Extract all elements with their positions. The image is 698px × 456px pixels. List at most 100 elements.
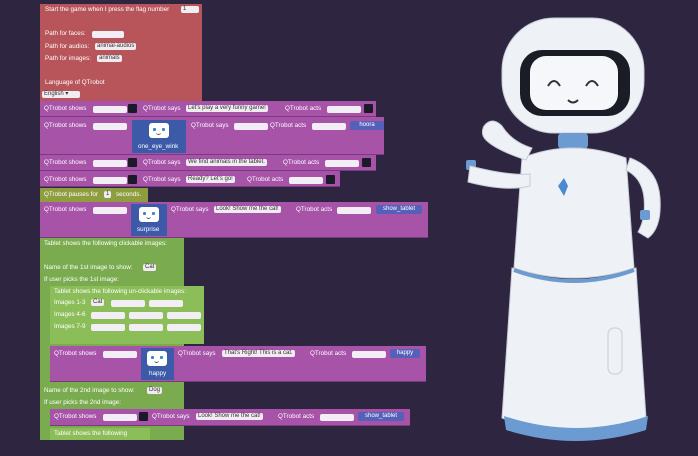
start-label: Start the game when I press the flag num… (45, 6, 170, 13)
speech-input-3[interactable]: We find animals in the tablet. (186, 159, 267, 166)
qtrobot-says-label: QTrobot says (152, 413, 190, 420)
second-image-name-input[interactable]: Dog (147, 387, 163, 394)
speech-input-1[interactable]: Let's play a very funny game! (186, 105, 268, 112)
face-slot[interactable] (103, 414, 137, 421)
surprise-face-icon (139, 207, 159, 222)
qtrobot-shows-label: QTrobot shows (54, 350, 97, 357)
images-path-label: Path for images: (45, 55, 91, 62)
face-socket (139, 412, 148, 421)
faces-path-label: Path for faces: (45, 30, 86, 37)
qtrobot-acts-label: QTrobot acts (310, 350, 347, 357)
qtrobot-shows-label: QTrobot shows (44, 122, 87, 129)
face-socket (128, 104, 137, 113)
qtrobot-acts-label: QTrobot acts (296, 206, 333, 213)
qtrobot-says-label: QTrobot says (171, 206, 209, 213)
happy-face-icon (147, 351, 167, 366)
gesture-slot[interactable] (352, 351, 386, 358)
picks-second-label: If user picks the 2nd image: (44, 399, 122, 406)
qtrobot-says-label: QTrobot says (143, 105, 181, 112)
gesture-show-tablet-block[interactable]: show_tablet (376, 205, 422, 214)
wink-face-icon (149, 123, 169, 138)
images-1-3-label: Images 1-3 (54, 299, 86, 306)
qtrobot-says-label: QTrobot says (178, 350, 216, 357)
language-label: Language of QTrobot (45, 79, 105, 86)
seconds-label: seconds. (116, 191, 142, 198)
face-slot[interactable] (93, 160, 127, 167)
gesture-slot[interactable] (289, 177, 323, 184)
qtrobot-acts-label: QTrobot acts (247, 176, 284, 183)
face-name-label: happy (149, 370, 167, 377)
gesture-socket (364, 104, 373, 113)
pause-label: QTrobot pauses for (44, 191, 99, 198)
robot-torso (513, 147, 635, 279)
language-dropdown[interactable]: English ▾ (42, 91, 80, 98)
speech-input-5[interactable]: Look! Show me the cat! (214, 206, 281, 213)
tablet-unclickable-label: Tablet shows the following un-clickable … (54, 288, 186, 295)
robot-neck (558, 133, 588, 149)
qtrobot-says-label: QTrobot says (191, 122, 229, 129)
gesture-show-tablet-block-2[interactable]: show_tablet (358, 412, 404, 421)
speech-input-2[interactable] (234, 123, 268, 130)
robot-base (501, 267, 647, 432)
tablet-following-label: Tablet shows the following (54, 430, 128, 437)
faces-path-input[interactable] (92, 31, 124, 38)
image-4-input[interactable] (91, 312, 125, 319)
speech-input-4[interactable]: Ready? Let's go! (186, 176, 235, 183)
face-slot[interactable] (93, 106, 127, 113)
image-9-input[interactable] (167, 324, 201, 331)
image-1-input[interactable]: Cat (91, 299, 105, 306)
second-image-name-label: Name of the 2nd image to show: (44, 387, 135, 394)
gesture-socket (362, 158, 371, 167)
face-socket (128, 175, 137, 184)
gesture-slot[interactable] (320, 414, 354, 421)
image-3-input[interactable] (149, 300, 183, 307)
gesture-happy-block[interactable]: happy (390, 349, 420, 358)
audios-path-input[interactable]: animal-audios (95, 43, 137, 50)
qtrobot-shows-label: QTrobot shows (44, 105, 87, 112)
first-image-name-input[interactable]: Cat (143, 264, 157, 271)
face-slot[interactable] (93, 123, 127, 130)
gesture-slot[interactable] (325, 160, 359, 167)
images-path-input[interactable]: animals (97, 55, 122, 62)
language-value: English (44, 91, 64, 97)
images-7-9-label: Images 7-9 (54, 323, 86, 330)
qtrobot-illustration (466, 17, 661, 441)
qtrobot-acts-label: QTrobot acts (283, 159, 320, 166)
gesture-socket (326, 175, 335, 184)
qtrobot-says-label: QTrobot says (143, 176, 181, 183)
image-8-input[interactable] (129, 324, 163, 331)
qtrobot-shows-label: QTrobot shows (54, 413, 97, 420)
face-slot[interactable] (93, 177, 127, 184)
face-name-label: surprise (137, 226, 160, 233)
qtrobot-says-label: QTrobot says (143, 159, 181, 166)
gesture-slot[interactable] (312, 123, 346, 130)
gesture-slot[interactable] (327, 106, 361, 113)
qtrobot-shows-label: QTrobot shows (44, 176, 87, 183)
qtrobot-shows-label: QTrobot shows (44, 206, 87, 213)
gesture-hoora-block[interactable]: hoora (350, 121, 384, 130)
speech-input-7[interactable]: Look! Show me the cat! (196, 413, 263, 420)
face-slot[interactable] (93, 207, 127, 214)
speech-input-6[interactable]: That's Right! This is a cat. (222, 350, 295, 357)
face-slot[interactable] (103, 351, 137, 358)
flag-number-dropdown[interactable]: 1 (181, 6, 199, 13)
qtrobot-acts-label: QTrobot acts (278, 413, 315, 420)
image-2-input[interactable] (111, 300, 145, 307)
qtrobot-shows-label: QTrobot shows (44, 159, 87, 166)
qtrobot-acts-label: QTrobot acts (270, 122, 307, 129)
face-name-label: one_eye_wink (138, 143, 179, 150)
image-5-input[interactable] (129, 312, 163, 319)
image-6-input[interactable] (167, 312, 201, 319)
picks-first-label: If user picks the 1st image: (44, 276, 119, 283)
pause-seconds-input[interactable]: 1 (104, 191, 112, 198)
robot-wrist (640, 210, 650, 220)
audios-path-label: Path for audios: (45, 43, 90, 50)
robot-raised-arm (481, 120, 533, 161)
tablet-clickable-label: Tablet shows the following clickable ima… (44, 240, 167, 247)
gesture-slot[interactable] (337, 207, 371, 214)
qtrobot-acts-label: QTrobot acts (285, 105, 322, 112)
first-image-name-label: Name of the 1st image to show: (44, 264, 133, 271)
image-7-input[interactable] (91, 324, 125, 331)
images-4-6-label: Images 4-6 (54, 311, 86, 318)
face-socket (128, 158, 137, 167)
